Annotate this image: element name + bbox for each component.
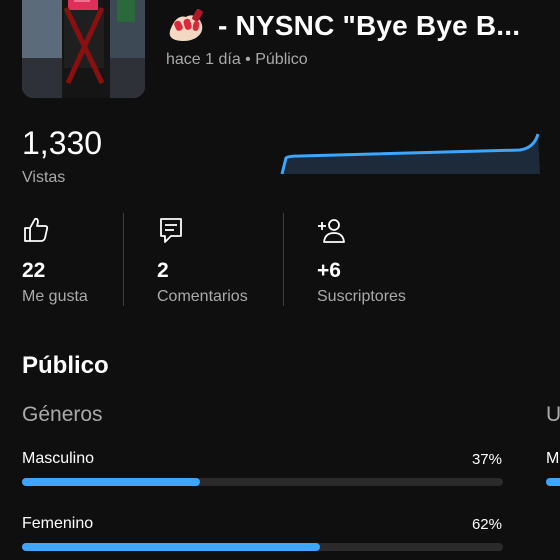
audience-section-title: Público — [22, 352, 109, 379]
gender-female-bar — [22, 543, 503, 551]
comments-count: 2 — [157, 259, 169, 282]
thumbs-up-icon — [24, 217, 49, 242]
gender-male-bar — [22, 478, 503, 486]
gender-female-pct: 62% — [471, 516, 502, 533]
likes-label: Me gusta — [22, 288, 88, 305]
likes-count: 22 — [22, 259, 46, 282]
comment-icon — [160, 218, 182, 243]
video-title-text: - NYSNC "Bye Bye B... — [218, 10, 521, 41]
divider — [123, 213, 124, 306]
subscribers-count: +6 — [317, 259, 341, 282]
views-label: Vistas — [22, 169, 66, 186]
views-count: 1,330 — [22, 125, 103, 161]
video-thumbnail[interactable] — [22, 0, 145, 98]
next-card-title[interactable]: U — [546, 403, 560, 427]
next-card-row-label: M — [546, 450, 560, 467]
views-trend-chart[interactable] — [280, 126, 540, 176]
gender-female-bar-fill — [22, 543, 321, 551]
gender-female-label: Femenino — [22, 515, 94, 532]
divider — [283, 213, 284, 306]
gender-male-pct: 37% — [471, 451, 502, 468]
next-card-bar — [546, 478, 560, 486]
gender-male-label: Masculino — [22, 450, 95, 467]
genders-title: Géneros — [22, 403, 103, 426]
subscribers-label: Suscriptores — [317, 288, 406, 305]
video-meta: hace 1 día • Público — [166, 51, 308, 68]
nail-polish-icon — [166, 9, 206, 43]
comments-label: Comentarios — [157, 288, 248, 305]
video-title[interactable]: - NYSNC "Bye Bye B... — [166, 6, 560, 46]
gender-male-bar-fill — [22, 478, 200, 486]
add-person-icon — [318, 219, 345, 243]
